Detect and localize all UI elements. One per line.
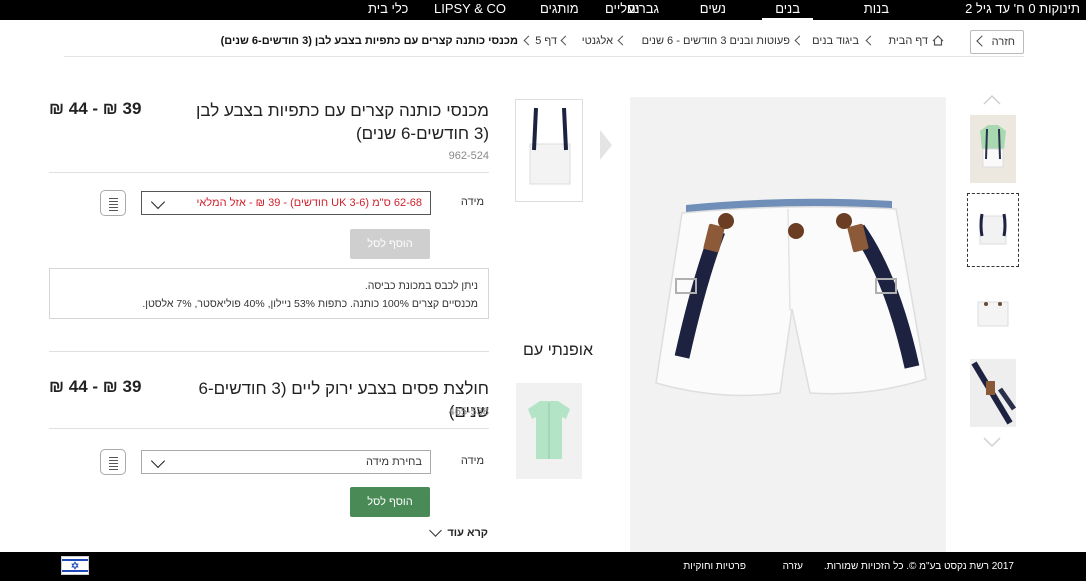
product-thumb-image — [970, 115, 1016, 183]
chevron-left-icon — [794, 35, 805, 46]
breadcrumb: חזרה דף הבית ביגוד בנים פעוטות ובנים 3 ח… — [64, 27, 1024, 57]
copyright: 2017 רשת נקסט בע"מ ©. כל הזכויות שמורות. — [823, 561, 1014, 572]
nav-item-lipsy[interactable]: LIPSY & CO — [434, 0, 506, 20]
chevron-left-icon — [865, 35, 876, 46]
size-select-value: 62-68 ס"מ (UK 3-6 חודשים) - 39 ₪ - אזל ה… — [196, 197, 422, 209]
nav-item-boys[interactable]: בנים — [762, 0, 813, 20]
gallery-down-arrow-icon[interactable] — [982, 432, 1002, 452]
product-preview-thumb[interactable] — [515, 99, 583, 202]
chevron-left-icon — [976, 35, 988, 47]
back-button-label: חזרה — [991, 36, 1015, 48]
nav-item-brands[interactable]: מותגים — [540, 0, 579, 20]
home-icon[interactable] — [932, 35, 944, 46]
divider — [49, 172, 489, 173]
gallery-thumb-1[interactable] — [970, 115, 1016, 183]
product-title: מכנסי כותנה קצרים עם כתפיות בצבע לבן (3 … — [195, 101, 489, 143]
chevron-down-icon[interactable] — [429, 524, 442, 537]
chevron-left-icon — [617, 35, 628, 46]
gallery-thumb-2[interactable] — [967, 193, 1019, 267]
product-price: 39 ₪ - 44 ₪ — [49, 377, 142, 396]
nav-item-home[interactable]: כלי בית — [368, 0, 408, 20]
top-navigation: תינוקות 0 ח' עד גיל 2 בנות בנים נשים גבר… — [0, 0, 1086, 20]
gallery-thumb-4[interactable] — [970, 359, 1016, 427]
chevron-down-icon — [150, 453, 166, 469]
gallery-up-arrow-icon[interactable] — [982, 90, 1002, 110]
product-thumb-image — [970, 278, 1016, 346]
care-instructions: ניתן לכבס במכונת כביסה. — [364, 280, 478, 292]
size-select-value: בחירת מידה — [365, 456, 422, 468]
product-title: חולצת פסים בצבע ירוק ליים (3 חודשים-6 שנ… — [198, 379, 489, 421]
shorts-with-suspenders-image — [630, 97, 946, 552]
israel-flag-icon[interactable] — [61, 556, 89, 575]
breadcrumb-item-home[interactable]: דף הבית — [889, 35, 928, 47]
breadcrumb-item-elegant[interactable]: אלגנטי — [582, 35, 613, 47]
size-select[interactable]: 62-68 ס"מ (UK 3-6 חודשים) - 39 ₪ - אזל ה… — [141, 191, 431, 215]
flag-graphic — [62, 557, 88, 574]
material-composition: מכנסיים קצרים 100% כותנה. כתפות 53% נייל… — [142, 298, 478, 310]
recommended-product-thumb[interactable] — [516, 383, 582, 479]
footer-help-link[interactable]: עזרה — [783, 561, 803, 572]
nav-item-girls[interactable]: בנות — [864, 0, 889, 20]
main-product-image[interactable] — [630, 97, 946, 552]
chevron-left-icon — [523, 35, 534, 46]
chevron-left-icon — [560, 35, 571, 46]
nav-item-women[interactable]: נשים — [700, 0, 726, 20]
product-code: 962-524 — [448, 150, 489, 162]
size-guide-icon[interactable] — [100, 190, 126, 216]
shorts-thumb-image — [516, 100, 582, 201]
breadcrumb-item-boys[interactable]: ביגוד בנים — [812, 35, 859, 47]
product-thumb-image — [970, 359, 1016, 427]
size-select[interactable]: בחירת מידה — [141, 450, 431, 474]
complete-look-title: אופנתי עם — [522, 342, 593, 359]
size-guide-icon[interactable] — [100, 449, 126, 475]
carousel-right-arrow-icon[interactable] — [598, 128, 614, 162]
nav-item-babies[interactable]: תינוקות 0 ח' עד גיל 2 — [965, 0, 1080, 20]
care-info-box: ניתן לכבס במכונת כביסה. מכנסיים קצרים 10… — [49, 268, 489, 319]
breadcrumb-item-page[interactable]: דף 5 — [535, 35, 557, 47]
size-label: מידה — [460, 455, 484, 467]
divider — [49, 428, 489, 429]
product-price: 39 ₪ - 44 ₪ — [49, 99, 142, 118]
footer: 2017 רשת נקסט בע"מ ©. כל הזכויות שמורות.… — [0, 552, 1086, 581]
size-label: מידה — [460, 196, 484, 208]
footer-privacy-link[interactable]: פרטיות וחוקיות — [683, 561, 746, 572]
breadcrumb-item-toddlers[interactable]: פעוטות ובנים 3 חודשים - 6 שנים — [642, 35, 790, 47]
product-code: 465-538 — [448, 406, 489, 418]
breadcrumb-current: מכנסי כותנה קצרים עם כתפיות בצבע לבן (3 … — [220, 35, 518, 47]
product-thumb-image — [970, 196, 1016, 264]
divider — [49, 351, 489, 352]
add-to-cart-button[interactable]: הוסף לסל — [350, 487, 430, 517]
add-to-cart-button[interactable]: הוסף לסל — [350, 229, 430, 259]
gallery-thumb-3[interactable] — [970, 278, 1016, 346]
chevron-down-icon — [150, 194, 166, 210]
read-more-link[interactable]: קרא עוד — [447, 527, 488, 539]
back-button[interactable]: חזרה — [970, 30, 1024, 54]
green-shirt-thumb-image — [516, 383, 582, 479]
nav-item-shoes[interactable]: נעליים — [605, 0, 640, 20]
